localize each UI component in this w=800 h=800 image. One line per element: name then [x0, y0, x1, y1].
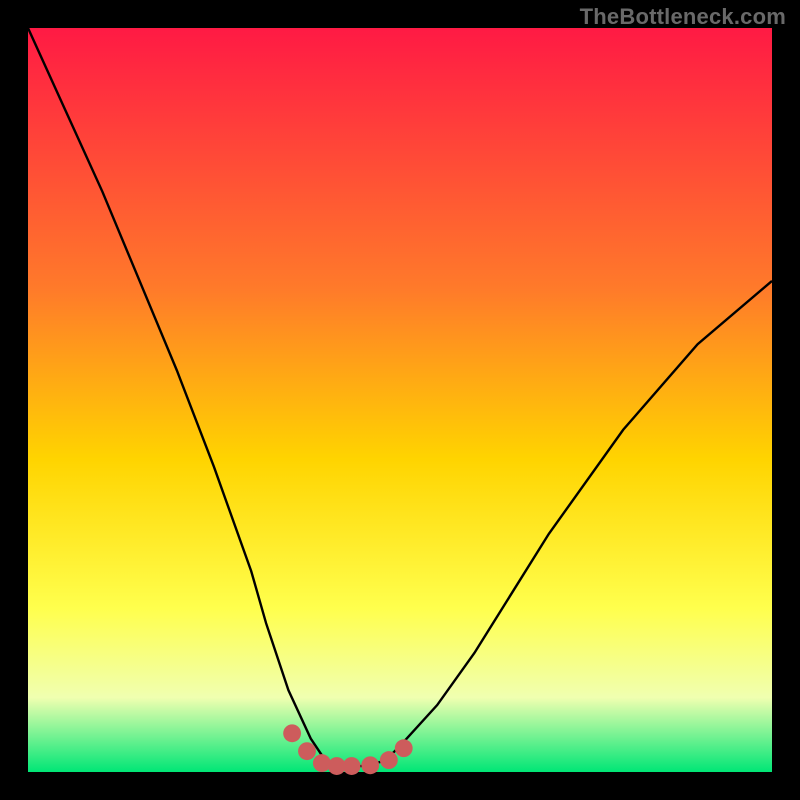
trough-dot [343, 757, 361, 775]
trough-dot [313, 754, 331, 772]
gradient-background [28, 28, 772, 772]
trough-dot [380, 751, 398, 769]
watermark-text: TheBottleneck.com [580, 4, 786, 30]
trough-dot [361, 756, 379, 774]
trough-dot [283, 724, 301, 742]
trough-dot [395, 739, 413, 757]
trough-dot [298, 742, 316, 760]
bottleneck-chart [0, 0, 800, 800]
chart-frame: { "watermark": "TheBottleneck.com", "col… [0, 0, 800, 800]
